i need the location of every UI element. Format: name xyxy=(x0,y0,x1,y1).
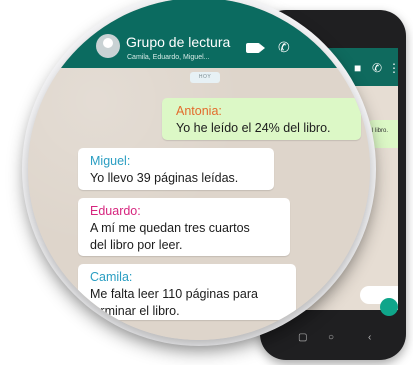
magnified-chat: Grupo de lectura Camila, Eduardo, Miguel… xyxy=(28,0,370,340)
message-antonia[interactable]: Antonia: Yo he leído el 24% del libro. xyxy=(162,98,361,140)
message-miguel[interactable]: Miguel: Yo llevo 39 páginas leídas. xyxy=(78,148,274,190)
video-call-icon[interactable] xyxy=(246,43,260,53)
group-avatar[interactable] xyxy=(96,34,120,58)
message-sender: Antonia: xyxy=(176,104,222,118)
message-text-line: del libro por leer. xyxy=(90,238,183,252)
phone-call-icon[interactable]: ✆ xyxy=(372,62,382,74)
message-sender: Camila: xyxy=(90,270,133,284)
phone-call-icon[interactable]: ✆ xyxy=(278,40,290,54)
group-members: Camila, Eduardo, Miguel... xyxy=(127,54,210,61)
date-divider: HOY xyxy=(190,72,220,83)
message-sender: Eduardo: xyxy=(90,204,141,218)
message-camila[interactable]: Camila: Me falta leer 110 páginas para t… xyxy=(78,264,296,320)
message-eduardo[interactable]: Eduardo: A mí me quedan tres cuartos del… xyxy=(78,198,290,256)
message-text-line: A mí me quedan tres cuartos xyxy=(90,221,250,235)
message-sender: Miguel: xyxy=(90,154,131,168)
more-options-icon[interactable]: ⋮ xyxy=(388,62,398,74)
microphone-icon[interactable] xyxy=(380,298,398,316)
group-title[interactable]: Grupo de lectura xyxy=(126,34,230,50)
chat-header: Grupo de lectura Camila, Eduardo, Miguel… xyxy=(28,0,370,68)
message-text: Yo he leído el 24% del libro. xyxy=(176,121,331,135)
message-text-line: terminar el libro. xyxy=(90,304,180,318)
message-text-line: Me falta leer 110 páginas para xyxy=(90,287,258,301)
message-text: Yo llevo 39 páginas leídas. xyxy=(90,171,239,185)
